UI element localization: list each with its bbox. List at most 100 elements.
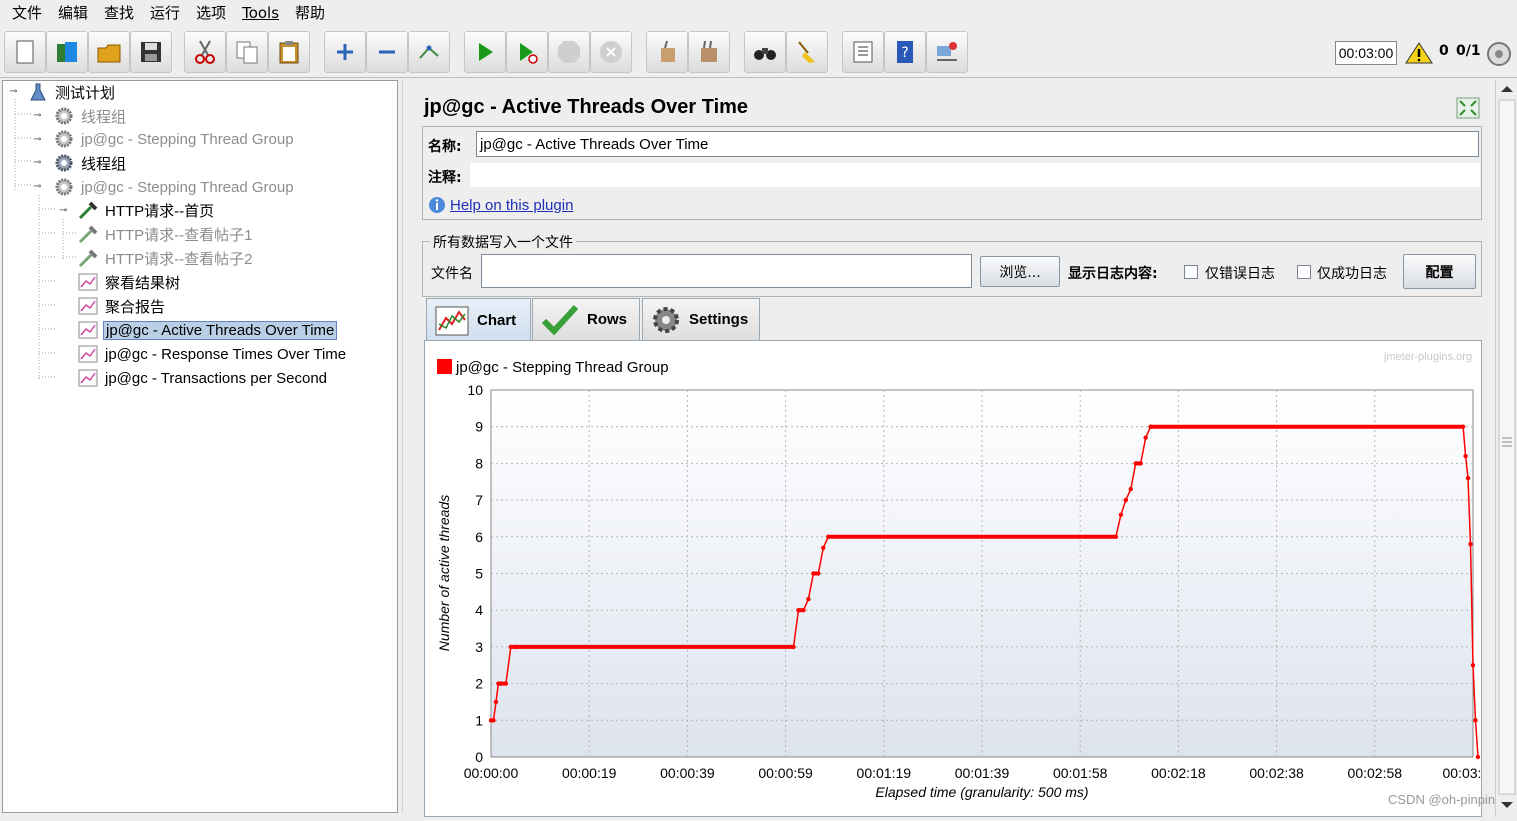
list-icon bbox=[853, 41, 873, 63]
tree-item-label: HTTP请求--查看帖子2 bbox=[105, 250, 253, 268]
configure-button[interactable]: 配置 bbox=[1403, 254, 1476, 289]
start-button[interactable] bbox=[464, 31, 506, 73]
tree-item-listener[interactable]: 察看结果树 bbox=[59, 271, 182, 293]
tree-item-http-request[interactable]: HTTP请求--查看帖子2 bbox=[59, 247, 255, 269]
graph-icon bbox=[77, 296, 99, 316]
menu-search[interactable]: 查找 bbox=[96, 0, 142, 26]
maximize-icon[interactable] bbox=[1456, 97, 1480, 119]
expand-toggle[interactable]: ⊸ bbox=[33, 111, 43, 121]
name-field[interactable]: jp@gc - Active Threads Over Time bbox=[476, 131, 1479, 157]
collapse-toggle[interactable]: ⊸ bbox=[33, 182, 43, 192]
menu-options[interactable]: 选项 bbox=[188, 0, 234, 26]
data-point bbox=[1123, 497, 1129, 503]
x-tick-label: 00:00:39 bbox=[660, 765, 715, 781]
x-tick-label: 00:00:19 bbox=[562, 765, 617, 781]
expand-toggle[interactable]: ⊸ bbox=[59, 206, 69, 216]
paste-button[interactable] bbox=[268, 31, 310, 73]
legend-label: jp@gc - Stepping Thread Group bbox=[455, 359, 669, 376]
help-icon: ? bbox=[897, 41, 913, 63]
cut-button[interactable] bbox=[184, 31, 226, 73]
toggle-icon bbox=[419, 45, 439, 59]
menu-run[interactable]: 运行 bbox=[142, 0, 188, 26]
csdn-watermark: CSDN @oh-pinpin bbox=[1388, 792, 1496, 807]
errors-only-checkbox[interactable] bbox=[1184, 265, 1198, 279]
shutdown-button[interactable] bbox=[590, 31, 632, 73]
expand-toggle[interactable]: ⊸ bbox=[33, 158, 43, 168]
function-helper-button[interactable] bbox=[842, 31, 884, 73]
tree-item-stepping-thread-group[interactable]: jp@gc - Stepping Thread Group bbox=[35, 128, 296, 150]
menu-file[interactable]: 文件 bbox=[4, 0, 50, 26]
gear-icon bbox=[53, 177, 75, 197]
expand-toggle[interactable]: ⊸ bbox=[33, 135, 43, 145]
clear-all-icon bbox=[701, 40, 717, 62]
collapse-toggle[interactable]: ⊸ bbox=[9, 87, 19, 97]
chart-panel: jmeter-plugins.org jp@gc - Stepping Thre… bbox=[424, 340, 1497, 817]
tree-item-label: HTTP请求--首页 bbox=[105, 202, 215, 220]
warning-icon[interactable] bbox=[1405, 41, 1433, 65]
save-button[interactable] bbox=[130, 31, 172, 73]
search-button[interactable] bbox=[744, 31, 786, 73]
collapse-button[interactable] bbox=[366, 31, 408, 73]
menu-edit[interactable]: 编辑 bbox=[50, 0, 96, 26]
data-point bbox=[1148, 424, 1153, 429]
tree-item-test-plan[interactable]: ⊸ 测试计划 bbox=[9, 81, 117, 103]
y-tick-label: 6 bbox=[475, 529, 483, 545]
tree-item-http-request[interactable]: HTTP请求--首页 bbox=[59, 199, 216, 221]
start-no-pauses-button[interactable] bbox=[506, 31, 548, 73]
data-point bbox=[503, 681, 509, 686]
minus-icon bbox=[379, 50, 395, 54]
y-tick-labels: 0 1 2 3 4 5 6 7 8 9 10 bbox=[467, 382, 483, 765]
comment-field[interactable] bbox=[470, 163, 1480, 187]
tab-settings[interactable]: Settings bbox=[642, 298, 760, 340]
data-point bbox=[826, 534, 831, 539]
graph-icon bbox=[77, 272, 99, 292]
expand-button[interactable] bbox=[324, 31, 366, 73]
menu-tools[interactable]: Tools bbox=[234, 0, 287, 26]
remote-button[interactable] bbox=[926, 31, 968, 73]
success-only-checkbox[interactable] bbox=[1297, 265, 1311, 279]
data-point bbox=[1128, 486, 1133, 492]
data-point bbox=[796, 608, 801, 613]
comment-label: 注释: bbox=[428, 170, 462, 186]
copy-button[interactable] bbox=[226, 31, 268, 73]
help-button[interactable]: ? bbox=[884, 31, 926, 73]
pipette-icon bbox=[77, 248, 99, 268]
tab-chart[interactable]: Chart bbox=[426, 298, 531, 342]
reset-search-button[interactable] bbox=[786, 31, 828, 73]
tree-item-stepping-thread-group[interactable]: jp@gc - Stepping Thread Group bbox=[35, 176, 296, 198]
toggle-button[interactable] bbox=[408, 31, 450, 73]
tree-item-transactions-per-second[interactable]: jp@gc - Transactions per Second bbox=[59, 367, 329, 389]
name-label: 名称: bbox=[428, 139, 462, 155]
data-point bbox=[811, 571, 816, 576]
x-tick-label: 00:02:18 bbox=[1151, 765, 1206, 781]
new-button[interactable] bbox=[4, 31, 46, 73]
data-point bbox=[1138, 461, 1143, 466]
templates-button[interactable] bbox=[46, 31, 88, 73]
tree-item-label: jp@gc - Stepping Thread Group bbox=[81, 130, 294, 148]
x-tick-label: 00:00:00 bbox=[464, 765, 519, 781]
filename-input[interactable] bbox=[481, 254, 972, 288]
data-point bbox=[1468, 541, 1473, 547]
help-link[interactable]: Help on this plugin bbox=[428, 196, 573, 214]
start-icon bbox=[479, 43, 493, 61]
tree-item-active-threads[interactable]: jp@gc - Active Threads Over Time bbox=[59, 319, 338, 341]
tree-item-thread-group[interactable]: 线程组 bbox=[35, 152, 128, 174]
y-tick-label: 7 bbox=[475, 492, 483, 508]
menu-help[interactable]: 帮助 bbox=[287, 0, 333, 26]
legend-swatch bbox=[437, 359, 452, 374]
clear-button[interactable] bbox=[646, 31, 688, 73]
browse-button[interactable]: 浏览... bbox=[980, 256, 1060, 287]
new-icon bbox=[16, 40, 34, 64]
info-icon bbox=[429, 197, 445, 213]
tree-item-response-times[interactable]: jp@gc - Response Times Over Time bbox=[59, 343, 348, 365]
panel-splitter[interactable] bbox=[402, 80, 408, 813]
tree-item-http-request[interactable]: HTTP请求--查看帖子1 bbox=[59, 223, 255, 245]
tree-item-label: 线程组 bbox=[81, 108, 127, 126]
open-button[interactable] bbox=[88, 31, 130, 73]
tree-item-listener[interactable]: 聚合报告 bbox=[59, 295, 167, 317]
tab-rows[interactable]: Rows bbox=[532, 298, 640, 340]
tree-item-thread-group[interactable]: 线程组 bbox=[35, 105, 128, 127]
vertical-scrollbar[interactable] bbox=[1495, 80, 1517, 817]
clear-all-button[interactable] bbox=[688, 31, 730, 73]
stop-button[interactable] bbox=[548, 31, 590, 73]
